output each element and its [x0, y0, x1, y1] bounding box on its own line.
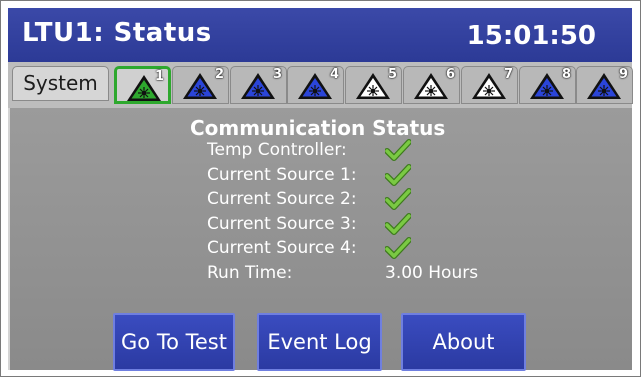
- communication-status-heading: Communication Status: [190, 116, 446, 140]
- title-bar: LTU1: Status 15:01:50: [8, 8, 632, 62]
- tab-number-label: 3: [272, 67, 282, 82]
- tab-number-label: 8: [561, 67, 571, 82]
- status-row-label: Current Source 1:: [207, 165, 357, 185]
- tab-number-label: 1: [154, 69, 164, 84]
- status-row-label: Current Source 3:: [207, 214, 357, 234]
- checkmark-icon: [385, 213, 411, 235]
- laser-warning-icon: [183, 73, 217, 99]
- laser-warning-icon: [587, 73, 621, 99]
- laser-warning-icon: [472, 73, 506, 99]
- tab-number-label: 9: [618, 67, 628, 82]
- checkmark-icon: [385, 139, 411, 161]
- laser-warning-icon: [356, 73, 390, 99]
- laser-warning-icon: [241, 73, 275, 99]
- checkmark-icon: [385, 188, 411, 210]
- clock-display: 15:01:50: [466, 21, 596, 51]
- go-to-test-button[interactable]: Go To Test: [113, 313, 235, 371]
- checkmark-icon: [385, 164, 411, 186]
- tab-number-label: 6: [445, 67, 455, 82]
- event-log-button[interactable]: Event Log: [257, 313, 382, 371]
- tab-number-label: 5: [387, 67, 397, 82]
- tab-number-label: 7: [503, 67, 513, 82]
- checkmark-icon: [385, 237, 411, 259]
- tab-laser-7[interactable]: 7: [461, 66, 518, 104]
- runtime-label: Run Time:: [207, 263, 293, 283]
- runtime-value: 3.00 Hours: [385, 263, 479, 283]
- laser-warning-icon: [298, 73, 332, 99]
- tab-laser-6[interactable]: 6: [403, 66, 460, 104]
- status-row-label: Current Source 2:: [207, 189, 357, 209]
- laser-warning-icon: [414, 73, 448, 99]
- page-title: LTU1: Status: [22, 18, 212, 48]
- tab-laser-1[interactable]: 1: [114, 66, 171, 104]
- tab-number-label: 4: [329, 67, 339, 82]
- tab-laser-3[interactable]: 3: [230, 66, 287, 104]
- tab-laser-8[interactable]: 8: [519, 66, 576, 104]
- status-row-label: Current Source 4:: [207, 238, 357, 258]
- laser-warning-icon: [530, 73, 564, 99]
- tab-laser-2[interactable]: 2: [172, 66, 229, 104]
- tab-number-label: 2: [214, 67, 224, 82]
- tab-laser-9[interactable]: 9: [576, 66, 633, 104]
- tab-laser-4[interactable]: 4: [287, 66, 344, 104]
- tab-laser-5[interactable]: 5: [345, 66, 402, 104]
- about-button[interactable]: About: [401, 313, 526, 371]
- status-row-label: Temp Controller:: [207, 140, 347, 160]
- tab-system[interactable]: System: [12, 66, 109, 101]
